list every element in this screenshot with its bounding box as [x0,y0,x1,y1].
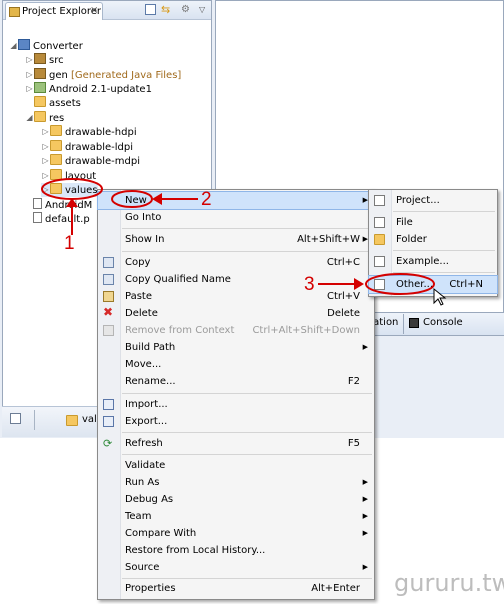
annotation-step-3: 3 [304,274,315,295]
highlight-circle-new [111,190,153,208]
arrowhead-step3 [354,278,364,290]
annotation-step-1: 1 [64,233,75,254]
mouse-cursor-icon [433,287,447,306]
arrowhead-step2 [152,193,162,205]
annotation-overlay [41,178,447,306]
highlight-circle-values [41,178,103,200]
watermark: gururu.tw [394,569,504,597]
annotation-step-2: 2 [201,189,212,210]
highlight-circle-other [365,273,435,295]
